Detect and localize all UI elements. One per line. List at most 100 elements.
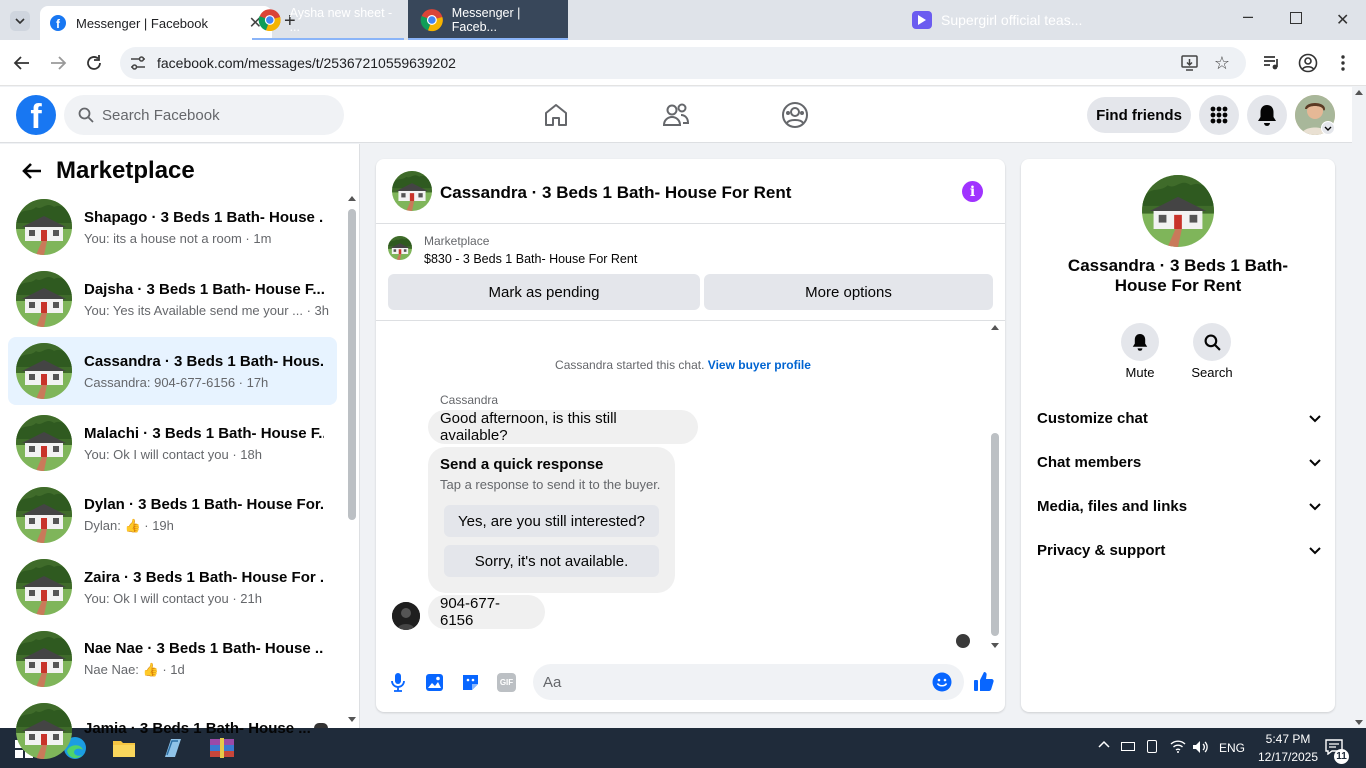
listing-avatar: [16, 631, 72, 687]
wifi-icon[interactable]: [1170, 739, 1186, 753]
message-bubble[interactable]: Good afternoon, is this still available?: [428, 410, 698, 444]
info-section-row[interactable]: Privacy & support: [1037, 542, 1321, 559]
chrome-icon: [258, 9, 281, 32]
taskbar-app-messenger[interactable]: Messenger | Faceb...: [408, 0, 568, 40]
conversation-item[interactable]: Dylan · 3 Beds 1 Bath- House For... Dylan…: [8, 481, 337, 549]
marketplace-title: Marketplace: [56, 157, 195, 184]
facebook-logo[interactable]: f: [16, 95, 56, 135]
conversation-item[interactable]: Shapago · 3 Beds 1 Bath- House ... You: i…: [8, 193, 337, 261]
browser-menu-icon[interactable]: [1341, 55, 1345, 71]
taskbar-app-sheet[interactable]: Aysha new sheet - ...: [252, 0, 404, 40]
message-input[interactable]: Aa: [533, 664, 964, 700]
listing-avatar: [16, 703, 72, 759]
info-icon[interactable]: i: [962, 181, 983, 202]
listing-thumbnail[interactable]: [388, 236, 412, 260]
conversation-preview: Dylan: 👍 · 19h: [84, 518, 174, 533]
restore-button[interactable]: [1290, 12, 1302, 24]
install-app-icon[interactable]: [1181, 55, 1198, 71]
quick-reply-interested[interactable]: Yes, are you still interested?: [444, 505, 659, 537]
taskbar-media-widget[interactable]: Supergirl official teas...: [912, 0, 1092, 40]
address-bar[interactable]: facebook.com/messages/t/2536721055963920…: [120, 47, 1246, 79]
reload-icon[interactable]: [85, 54, 103, 72]
chat-started-notice: Cassandra started this chat. View buyer …: [376, 358, 990, 372]
info-section-row[interactable]: Customize chat: [1037, 410, 1321, 427]
search-conversation-button[interactable]: [1193, 323, 1231, 361]
menu-grid-button[interactable]: [1199, 95, 1239, 135]
back-icon[interactable]: [13, 54, 31, 72]
scroll-down-arrow[interactable]: [1355, 720, 1363, 725]
scrollbar-thumb[interactable]: [348, 209, 356, 520]
tab-list-button[interactable]: [10, 11, 30, 31]
conversation-item[interactable]: Cassandra · 3 Beds 1 Bath- Hous... Cassan…: [8, 337, 337, 405]
conversation-item[interactable]: Malachi · 3 Beds 1 Bath- House F... You: …: [8, 409, 337, 477]
listing-avatar: [16, 343, 72, 399]
sticker-icon[interactable]: [461, 673, 480, 692]
listing-title[interactable]: $830 - 3 Beds 1 Bath- House For Rent: [424, 252, 637, 266]
info-section-row[interactable]: Chat members: [1037, 454, 1321, 471]
chat-header-avatar[interactable]: [392, 171, 432, 211]
forward-icon[interactable]: [49, 54, 67, 72]
show-hidden-icons[interactable]: [1098, 740, 1110, 748]
conversation-preview: Cassandra: 904-677-6156 · 17h: [84, 374, 269, 390]
search-icon: [78, 107, 94, 123]
groups-nav-icon[interactable]: [781, 101, 809, 129]
listing-divider: [376, 320, 1005, 321]
message-bubble-phone[interactable]: 904-677-6156: [428, 595, 545, 629]
conversation-item[interactable]: Zaira · 3 Beds 1 Bath- House For ... You:…: [8, 553, 337, 621]
more-options-button[interactable]: More options: [704, 274, 993, 310]
media-controls-icon[interactable]: [1263, 55, 1281, 71]
chat-title[interactable]: Cassandra · 3 Beds 1 Bath- House For Ren…: [440, 183, 791, 203]
sender-avatar[interactable]: [392, 602, 420, 630]
gallery-icon[interactable]: [425, 673, 444, 692]
device-icon[interactable]: [1147, 740, 1157, 753]
language-indicator[interactable]: ENG: [1219, 741, 1245, 755]
find-friends-button[interactable]: Find friends: [1087, 97, 1191, 133]
quick-reply-not-available[interactable]: Sorry, it's not available.: [444, 545, 659, 577]
scroll-up-arrow[interactable]: [348, 196, 356, 201]
scroll-down-arrow[interactable]: [348, 717, 356, 722]
chrome-icon: [420, 9, 443, 32]
mute-button[interactable]: [1121, 323, 1159, 361]
friends-nav-icon[interactable]: [662, 102, 690, 128]
conversation-item[interactable]: Jamia · 3 Beds 1 Bath- House ...: [8, 697, 337, 765]
listing-avatar: [16, 271, 72, 327]
scroll-up-arrow[interactable]: [991, 325, 999, 330]
scroll-down-arrow[interactable]: [991, 643, 999, 648]
chevron-down-icon: [1309, 414, 1321, 422]
conversation-scrollbar[interactable]: [347, 196, 357, 724]
emoji-icon[interactable]: [932, 672, 952, 692]
account-chevron-icon[interactable]: [1321, 121, 1335, 135]
clock-date[interactable]: 12/17/2025: [1256, 750, 1320, 764]
scrollbar-thumb[interactable]: [991, 433, 999, 636]
thumbs-up-send-icon[interactable]: [973, 671, 994, 692]
volume-icon[interactable]: [1192, 740, 1208, 754]
facebook-favicon: f: [50, 15, 66, 31]
conversation-item[interactable]: Nae Nae · 3 Beds 1 Bath- House ... Nae Na…: [8, 625, 337, 693]
back-arrow-icon[interactable]: [22, 162, 42, 180]
conversation-item[interactable]: Dajsha · 3 Beds 1 Bath- House F... You: Y…: [8, 265, 337, 333]
battery-icon[interactable]: [1121, 742, 1135, 751]
info-section-label: Media, files and links: [1037, 498, 1188, 515]
info-section-row[interactable]: Media, files and links: [1037, 498, 1321, 515]
chevron-down-icon: [1309, 546, 1321, 554]
view-buyer-profile-link[interactable]: View buyer profile: [708, 358, 811, 372]
profile-icon[interactable]: [1298, 53, 1318, 73]
browser-tab-messenger[interactable]: f Messenger | Facebook ✕: [40, 6, 272, 40]
bookmark-star-icon[interactable]: ☆: [1214, 53, 1230, 74]
page-scrollbar[interactable]: [1352, 87, 1366, 728]
clock-time[interactable]: 5:47 PM: [1256, 732, 1320, 746]
conversation-name: Jamia · 3 Beds 1 Bath- House ...: [84, 720, 311, 737]
mark-as-pending-button[interactable]: Mark as pending: [388, 274, 700, 310]
site-info-icon[interactable]: [130, 56, 146, 70]
info-avatar[interactable]: [1142, 175, 1214, 247]
chat-scrollbar[interactable]: [990, 325, 1000, 648]
search-facebook-input[interactable]: Search Facebook: [64, 95, 344, 135]
microphone-icon[interactable]: [390, 672, 406, 692]
seen-avatar: [956, 634, 970, 648]
minimize-button[interactable]: –: [1243, 6, 1253, 27]
close-window-button[interactable]: ✕: [1336, 10, 1349, 30]
scroll-up-arrow[interactable]: [1355, 90, 1363, 95]
gif-icon[interactable]: GIF: [497, 673, 516, 692]
home-nav-icon[interactable]: [543, 102, 569, 128]
notifications-button[interactable]: [1247, 95, 1287, 135]
